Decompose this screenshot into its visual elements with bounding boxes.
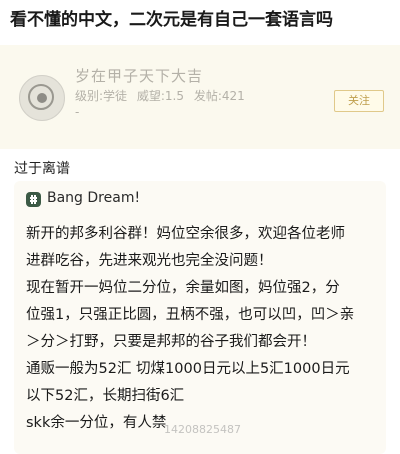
forum-user-card: 岁在甲子天下大吉 级别:学徒 威望:1.5 发帖:421 - 关注 [0, 45, 400, 149]
group-hash-icon [26, 192, 41, 207]
avatar[interactable] [19, 75, 65, 121]
user-stats: 级别:学徒 威望:1.5 发帖:421 [75, 87, 251, 104]
user-signature-dash: - [75, 105, 80, 119]
avatar-dot-icon [37, 93, 47, 103]
message-line: 进群吃谷，先进来观光也完全没问题！ [26, 253, 273, 269]
post-caption: 过于离谱 [14, 161, 70, 177]
group-name[interactable]: Bang Dream! [47, 190, 140, 206]
message-line: 位强1，只强正比圆，丑柄不强，也可以凹，凹＞亲 [26, 307, 355, 323]
watermark-text: 14208825487 [164, 423, 241, 436]
post-title: 看不懂的中文，二次元是有自己一套语言吗 [10, 10, 333, 30]
username[interactable]: 岁在甲子天下大吉 [75, 65, 203, 86]
message-line: 现在暂开一妈位二分位，余量如图，妈位强2，分 [26, 280, 340, 296]
message-line: 通贩一般为52汇 切煤1000日元以上5汇1000日元 [26, 361, 350, 377]
group-message-card: Bang Dream! 新开的邦多利谷群！妈位空余很多，欢迎各位老师 进群吃谷，… [14, 181, 386, 454]
message-line: ＞分＞打野，只要是邦邦的谷子我们都会开！ [26, 334, 316, 350]
user-prestige: 威望:1.5 [136, 89, 185, 103]
user-level: 级别:学徒 [75, 89, 128, 103]
user-posts: 发帖:421 [193, 89, 245, 103]
group-message: 新开的邦多利谷群！妈位空余很多，欢迎各位老师 进群吃谷，先进来观光也完全没问题！… [26, 221, 382, 437]
screenshot-page: 看不懂的中文，二次元是有自己一套语言吗 岁在甲子天下大吉 级别:学徒 威望:1.… [0, 0, 400, 454]
follow-button[interactable]: 关注 [334, 90, 384, 112]
message-line: 以下52汇，长期扫街6汇 [26, 388, 185, 404]
message-line: 新开的邦多利谷群！妈位空余很多，欢迎各位老师 [26, 226, 345, 242]
